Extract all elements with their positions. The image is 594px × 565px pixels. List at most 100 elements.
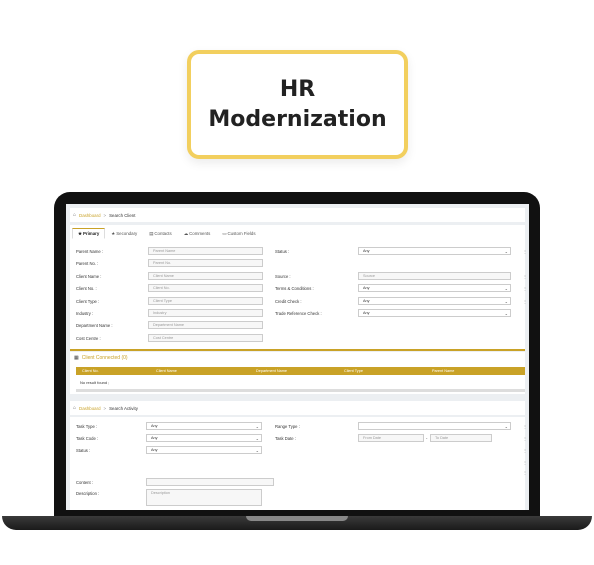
content-input[interactable] — [146, 478, 274, 486]
more-icon: ⋮ — [523, 470, 527, 475]
to-date-input[interactable]: To Date — [430, 434, 492, 442]
more-icon: ⋮ — [523, 436, 527, 441]
parent-name-input[interactable]: Parent Name — [148, 247, 263, 255]
activity-status-value: Any — [151, 448, 158, 452]
status-select[interactable]: Any ⌄ — [358, 247, 511, 255]
more-icon: ⋮ — [523, 460, 527, 465]
no-result-text: No result found ; — [80, 380, 110, 385]
comments-icon: ☁ — [183, 230, 189, 236]
description-textarea[interactable]: Description — [146, 489, 262, 506]
industry-input[interactable]: Industry — [148, 309, 263, 317]
task-code-label: Task Code : — [76, 436, 99, 441]
breadcrumb-current: Search Activity — [109, 405, 138, 411]
client-connected-table-header: Client No. Client Name Department Name C… — [76, 367, 525, 375]
laptop-notch — [246, 516, 348, 521]
parent-no-input[interactable]: Parent No. — [148, 259, 263, 267]
chevron-down-icon: ⌄ — [504, 298, 508, 304]
credit-check-label: Credit Check : — [275, 299, 302, 304]
cost-centre-label: Cost Centre : — [76, 336, 101, 341]
tab-comments[interactable]: ☁ Comments — [178, 228, 217, 239]
chevron-down-icon: ⌄ — [255, 423, 259, 429]
client-type-input[interactable]: Client Type — [148, 297, 263, 305]
chevron-down-icon: ⌄ — [504, 423, 508, 429]
column-client-type[interactable]: Client Type — [344, 369, 363, 373]
source-input[interactable]: Source — [358, 272, 511, 280]
title-card: HR Modernization — [187, 50, 408, 159]
tab-contacts[interactable]: ▤ Contacts — [143, 228, 177, 239]
status-label: Status : — [275, 249, 290, 254]
star-icon: ★ — [78, 230, 82, 236]
more-icon: ⋮ — [523, 448, 527, 453]
breadcrumb-activity: ⌂ Dashboard > Search Activity — [70, 401, 525, 415]
contacts-icon: ▤ — [149, 230, 154, 236]
tab-primary[interactable]: ★ Primary — [72, 228, 106, 239]
client-name-input[interactable]: Client Name — [148, 272, 263, 280]
task-type-select[interactable]: Any ⌄ — [146, 422, 262, 430]
industry-label: Industry : — [76, 311, 94, 316]
chevron-down-icon: ⌄ — [504, 285, 508, 291]
home-icon[interactable]: ⌂ — [73, 405, 76, 411]
breadcrumb-separator: > — [103, 212, 107, 218]
chevron-down-icon: ⌄ — [255, 447, 259, 453]
status-value: Any — [363, 249, 370, 253]
custom-fields-icon: ▭ — [222, 230, 227, 236]
tab-label: Primary — [82, 231, 100, 236]
more-icon: ⋮ — [523, 299, 527, 304]
more-icon: ⋮ — [523, 286, 527, 291]
source-label: Source : — [275, 274, 291, 279]
tab-label: Custom Fields — [227, 231, 256, 236]
tab-label: Secondary — [116, 231, 138, 236]
breadcrumb-dashboard-link[interactable]: Dashboard — [79, 213, 100, 218]
department-name-input[interactable]: Department Name — [148, 321, 263, 329]
trade-ref-label: Trade Reference Check : — [275, 311, 322, 316]
horizontal-scrollbar[interactable] — [76, 389, 525, 392]
breadcrumb-dashboard-link[interactable]: Dashboard — [79, 406, 100, 411]
content-label: Content : — [76, 480, 93, 485]
home-icon[interactable]: ⌂ — [73, 212, 76, 218]
cost-centre-input[interactable]: Cost Centre — [148, 334, 263, 342]
task-code-select[interactable]: Any ⌄ — [146, 434, 262, 442]
breadcrumb-separator: > — [103, 405, 107, 411]
client-type-label: Client Type : — [76, 299, 100, 304]
activity-status-select[interactable]: Any ⌄ — [146, 446, 262, 454]
terms-label: Terms & Conditions : — [275, 286, 314, 291]
chevron-down-icon: ⌄ — [255, 435, 259, 441]
from-date-input[interactable]: From Date — [358, 434, 424, 442]
credit-check-select[interactable]: Any ⌄ — [358, 297, 511, 305]
terms-value: Any — [363, 286, 370, 290]
chevron-down-icon: ⌄ — [504, 310, 508, 316]
terms-select[interactable]: Any ⌄ — [358, 284, 511, 292]
credit-check-value: Any — [363, 299, 370, 303]
more-icon: ⋮ — [523, 249, 527, 254]
client-name-label: Client Name : — [76, 274, 102, 279]
task-date-label: Task Date : — [275, 436, 296, 441]
chevron-down-icon: ⌄ — [504, 248, 508, 254]
client-no-input[interactable]: Client No. — [148, 284, 263, 292]
task-code-value: Any — [151, 436, 158, 440]
date-range-dash: - — [426, 436, 428, 441]
column-department-name[interactable]: Department Name — [256, 369, 287, 373]
task-type-value: Any — [151, 424, 158, 428]
activity-search-panel — [70, 417, 525, 510]
title-line-1: HR — [279, 76, 316, 102]
client-connected-title: Client Connected (0) — [81, 355, 128, 361]
column-client-no[interactable]: Client No. — [82, 369, 99, 373]
description-label: Description : — [76, 491, 100, 496]
app-screen: ⌂ Dashboard > Search Client ★ Primary ★ … — [66, 204, 529, 510]
breadcrumb-client: ⌂ Dashboard > Search Client — [70, 208, 525, 222]
tab-secondary[interactable]: ★ Secondary — [105, 228, 143, 239]
department-name-label: Department Name : — [76, 323, 113, 328]
range-type-select[interactable]: ⌄ — [358, 422, 511, 430]
column-client-name[interactable]: Client Name — [156, 369, 177, 373]
column-parent-name[interactable]: Parent Name — [432, 369, 454, 373]
tab-label: Comments — [189, 231, 211, 236]
client-connected-header: ▦ Client Connected (0) — [70, 352, 525, 364]
more-icon: ⋮ — [523, 424, 527, 429]
tab-custom-fields[interactable]: ▭ Custom Fields — [216, 228, 261, 239]
section-divider — [70, 349, 525, 351]
breadcrumb-current: Search Client — [109, 212, 136, 218]
parent-no-label: Parent No. : — [76, 261, 99, 266]
trade-ref-value: Any — [363, 311, 370, 315]
trade-ref-select[interactable]: Any ⌄ — [358, 309, 511, 317]
activity-status-label: Status : — [76, 448, 91, 453]
